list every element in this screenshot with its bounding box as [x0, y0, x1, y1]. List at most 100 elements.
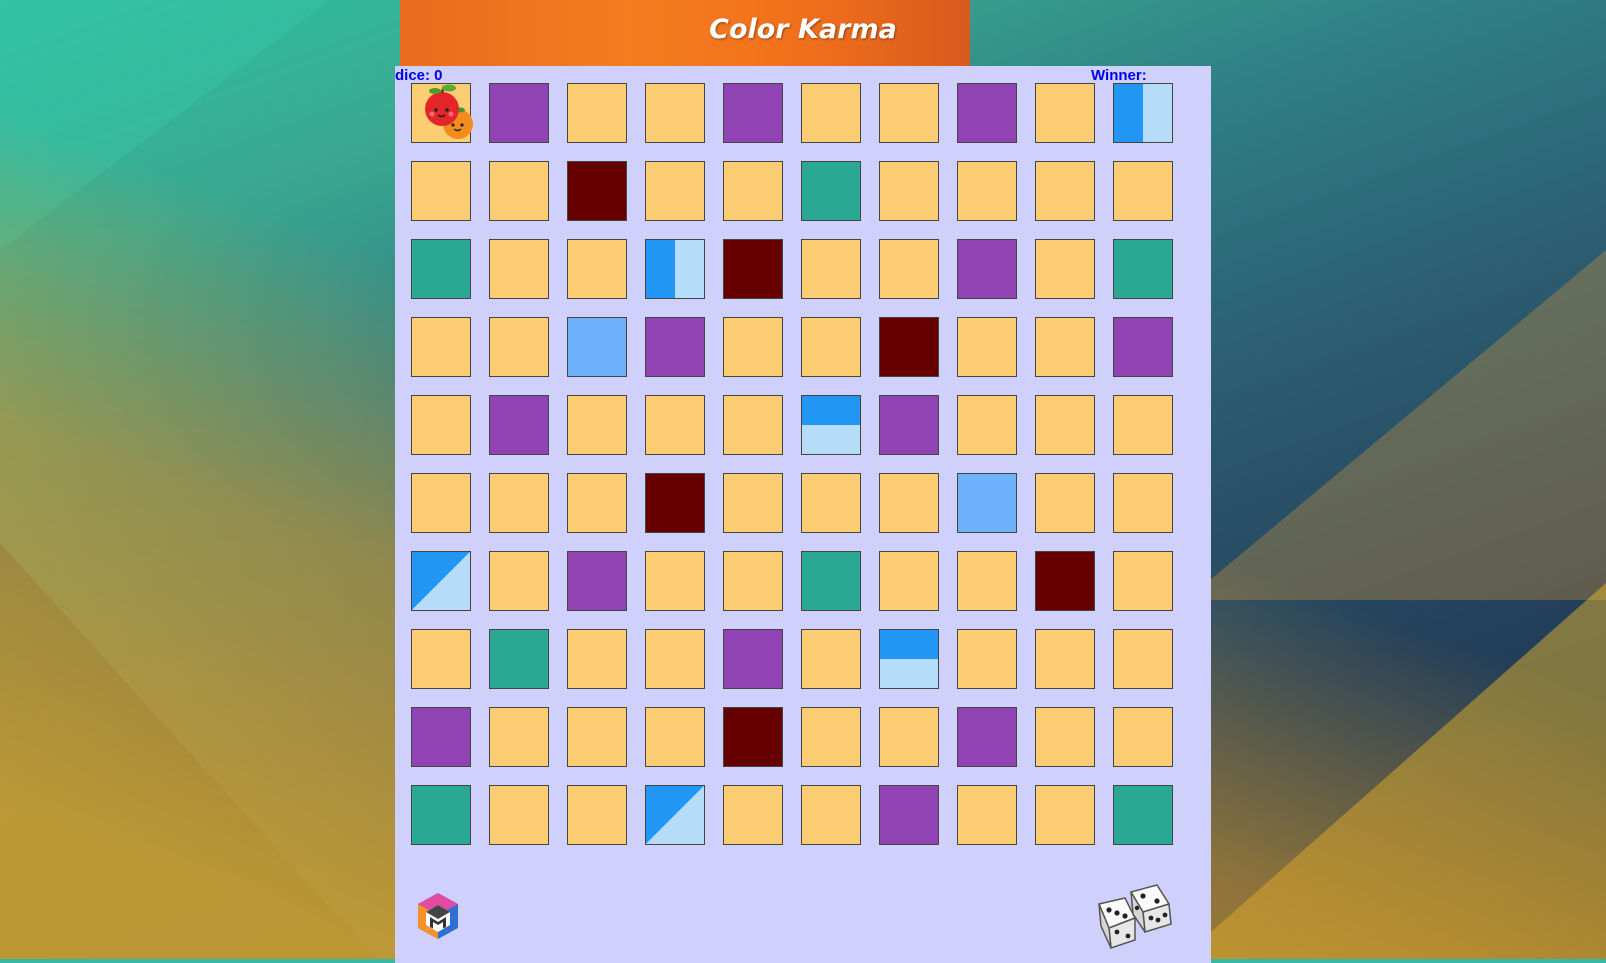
board-cell-dark-red — [879, 317, 939, 377]
board-cell-teal — [489, 629, 549, 689]
board-cell-yellow — [411, 161, 471, 221]
board-cell-yellow — [801, 629, 861, 689]
board-cell-yellow — [567, 785, 627, 845]
board-cell-yellow — [489, 707, 549, 767]
board-cell-yellow — [723, 551, 783, 611]
board-cell-yellow — [1035, 83, 1095, 143]
board-cell-teal — [801, 551, 861, 611]
board-cell-yellow — [1035, 239, 1095, 299]
board-cell-yellow — [801, 317, 861, 377]
game-board: dice: 0 Winner: — [395, 66, 1211, 963]
board-cell-yellow — [645, 395, 705, 455]
board-cell-yellow — [1113, 629, 1173, 689]
board-cell-purple — [1113, 317, 1173, 377]
board-cell-purple — [567, 551, 627, 611]
board-cell-yellow — [645, 551, 705, 611]
board-cell-dark-red — [723, 707, 783, 767]
dice-icon — [1097, 884, 1172, 949]
board-cell-yellow — [489, 161, 549, 221]
winner-label: Winner: — [1091, 67, 1147, 84]
board-cell-yellow — [801, 239, 861, 299]
board-cell-yellow — [723, 317, 783, 377]
board-cell-yellow — [489, 785, 549, 845]
board-cell-yellow — [801, 83, 861, 143]
board-cell-yellow — [1035, 707, 1095, 767]
board-cell-yellow — [1113, 707, 1173, 767]
board-cell-purple — [411, 707, 471, 767]
board-cell-blue-split-diagonal — [645, 785, 705, 845]
board-cell-yellow — [567, 473, 627, 533]
board-cell-yellow — [957, 317, 1017, 377]
board-cell-dark-red — [567, 161, 627, 221]
game-title: Color Karma — [709, 14, 897, 45]
board-cell-purple — [645, 317, 705, 377]
board-cell-yellow — [879, 239, 939, 299]
board-cell-yellow — [723, 395, 783, 455]
board-cell-blue-split-vertical — [1113, 83, 1173, 143]
board-cell-purple — [879, 395, 939, 455]
board-cell-yellow — [567, 395, 627, 455]
board-cell-yellow — [411, 83, 473, 143]
board-cell-yellow — [957, 395, 1017, 455]
board-cell-yellow — [1035, 473, 1095, 533]
board-cell-yellow — [723, 473, 783, 533]
board-cell-yellow — [411, 473, 471, 533]
board-cell-yellow — [645, 707, 705, 767]
board-cell-purple — [957, 239, 1017, 299]
board-cell-yellow — [723, 785, 783, 845]
board-cell-yellow — [1113, 161, 1173, 221]
board-cell-dark-red — [723, 239, 783, 299]
board-cell-yellow — [411, 629, 471, 689]
board-cell-yellow — [879, 161, 939, 221]
board-cell-yellow — [957, 551, 1017, 611]
board-cell-blue-split-diagonal — [411, 551, 471, 611]
board-cell-light-blue — [567, 317, 627, 377]
board-cell-yellow — [723, 161, 783, 221]
board-cell-yellow — [567, 239, 627, 299]
board-cell-yellow — [1113, 551, 1173, 611]
board-cell-yellow — [1035, 785, 1095, 845]
board-cell-blue-split-horizontal — [801, 395, 861, 455]
board-cell-blue-split-vertical — [645, 239, 705, 299]
board-cell-yellow — [1113, 395, 1173, 455]
board-cell-blue-split-horizontal — [879, 629, 939, 689]
board-cell-yellow — [879, 473, 939, 533]
board-cell-yellow — [411, 317, 471, 377]
board-cell-teal — [1113, 239, 1173, 299]
board-cell-yellow — [1035, 317, 1095, 377]
board-cell-yellow — [957, 629, 1017, 689]
board-cell-light-blue — [957, 473, 1017, 533]
board-cell-yellow — [489, 239, 549, 299]
board-cell-yellow — [801, 473, 861, 533]
board-cell-yellow — [1035, 395, 1095, 455]
board-cell-yellow — [645, 83, 705, 143]
board-cell-teal — [1113, 785, 1173, 845]
board-cell-purple — [489, 395, 549, 455]
board-cell-yellow — [957, 785, 1017, 845]
apple-and-orange-icon — [425, 84, 473, 139]
cube-logo-icon — [418, 893, 458, 939]
board-cell-yellow — [1113, 473, 1173, 533]
board-cell-purple — [957, 707, 1017, 767]
board-cell-teal — [411, 785, 471, 845]
board-cell-yellow — [879, 83, 939, 143]
board-cell-teal — [411, 239, 471, 299]
board-cell-yellow — [801, 707, 861, 767]
board-cell-purple — [489, 83, 549, 143]
board-cell-yellow — [567, 707, 627, 767]
board-cell-purple — [957, 83, 1017, 143]
board-cell-yellow — [567, 83, 627, 143]
board-cell-yellow — [879, 551, 939, 611]
board-cell-yellow — [645, 161, 705, 221]
dice-roll-button[interactable] — [1095, 884, 1185, 949]
board-cell-teal — [801, 161, 861, 221]
board-cell-yellow — [489, 551, 549, 611]
board-cell-yellow — [957, 161, 1017, 221]
board-cell-yellow — [1035, 629, 1095, 689]
board-cell-yellow — [879, 707, 939, 767]
board-cell-yellow — [411, 395, 471, 455]
board-cell-yellow — [645, 629, 705, 689]
board-cell-yellow — [1035, 161, 1095, 221]
board-cell-yellow — [567, 629, 627, 689]
board-cell-purple — [879, 785, 939, 845]
